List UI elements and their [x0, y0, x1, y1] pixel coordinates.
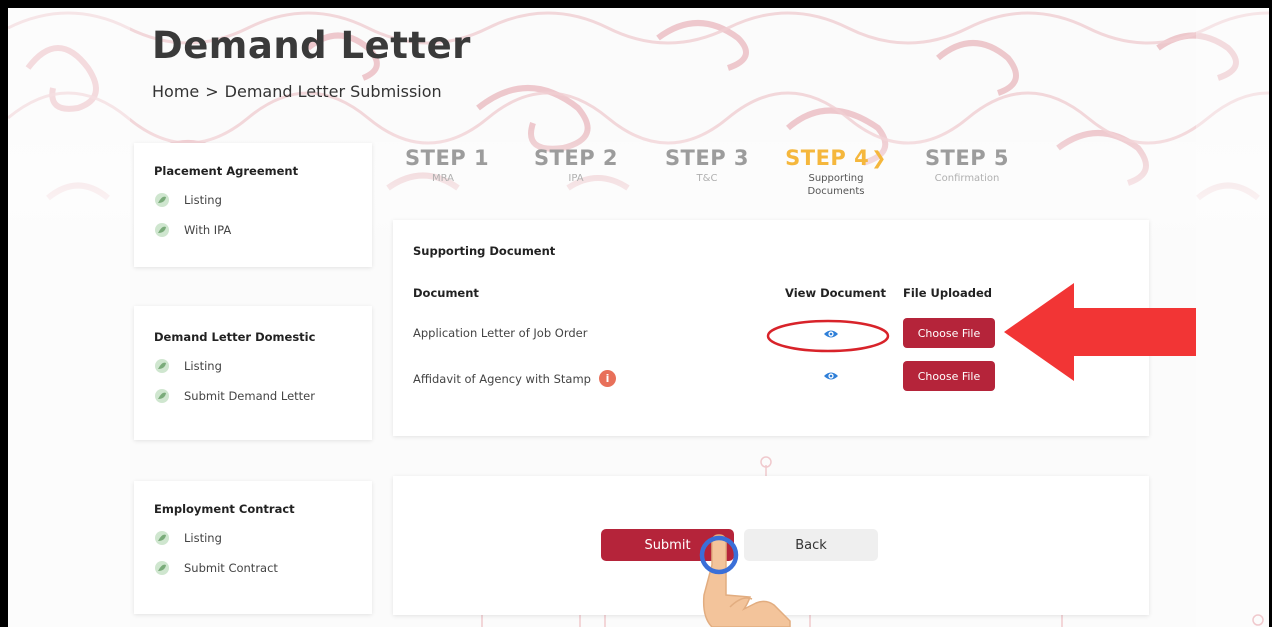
sidebar-item-label: With IPA	[184, 223, 232, 237]
document-name: Application Letter of Job Order	[413, 326, 588, 340]
step-label: STEP 2	[533, 146, 619, 170]
sidebar-item-label: Submit Demand Letter	[184, 389, 315, 403]
leaf-icon	[155, 359, 169, 373]
step-label: STEP 1	[405, 146, 490, 170]
info-icon[interactable]: i	[598, 370, 616, 387]
right-margin	[1196, 8, 1269, 627]
sidebar-card-title: Demand Letter Domestic	[154, 330, 316, 344]
back-button[interactable]: Back	[744, 529, 878, 561]
step-sub: T&C	[696, 173, 718, 184]
column-file-uploaded: File Uploaded	[903, 286, 992, 300]
chevron-right-icon: ❯	[871, 148, 887, 169]
step-1[interactable]: STEP 1 MRA	[405, 146, 490, 185]
sidebar-item-submit-contract[interactable]: Submit Contract	[154, 560, 352, 576]
sidebar-item-label: Submit Contract	[184, 561, 278, 575]
sidebar-item-submit-demand-letter[interactable]: Submit Demand Letter	[154, 388, 352, 404]
supporting-document-panel: Supporting Document Document View Docume…	[393, 220, 1149, 436]
frame-left	[0, 0, 8, 627]
page-title: Demand Letter	[152, 24, 471, 67]
left-margin	[8, 8, 130, 627]
leaf-icon	[155, 193, 169, 207]
eye-icon[interactable]	[823, 326, 839, 342]
document-name: Affidavit of Agency with Stamp	[413, 371, 591, 386]
step-label: STEP 5	[924, 146, 1010, 170]
sidebar-card-employment-contract: Employment Contract Listing Submit Contr…	[134, 481, 372, 614]
sidebar-card-demand-letter-domestic: Demand Letter Domestic Listing Submit De…	[134, 306, 372, 440]
column-document: Document	[413, 286, 479, 300]
leaf-icon	[155, 531, 169, 545]
step-2[interactable]: STEP 2 IPA	[533, 146, 619, 185]
column-view-document: View Document	[785, 286, 886, 300]
step-label: STEP 3	[664, 146, 750, 170]
frame-top	[0, 0, 1272, 8]
leaf-icon	[155, 389, 169, 403]
step-sub: Supporting Documents	[807, 173, 865, 197]
step-sub: MRA	[431, 173, 454, 184]
panel-title: Supporting Document	[413, 244, 556, 258]
step-3[interactable]: STEP 3 T&C	[662, 146, 752, 185]
step-label-text: STEP 4	[785, 146, 870, 170]
sidebar-item-label: Listing	[184, 359, 222, 373]
sidebar-card-placement-agreement: Placement Agreement Listing With IPA	[134, 143, 372, 267]
step-label: STEP 4 ❯	[780, 146, 892, 170]
breadcrumb: Home > Demand Letter Submission	[152, 82, 442, 101]
step-sub: Confirmation	[934, 173, 1000, 184]
sidebar-card-title: Employment Contract	[154, 502, 295, 516]
sidebar-item-contract-listing[interactable]: Listing	[154, 530, 352, 546]
sidebar-item-label: Listing	[184, 193, 222, 207]
sidebar-item-with-ipa[interactable]: With IPA	[154, 222, 352, 238]
choose-file-button[interactable]: Choose File	[903, 318, 995, 348]
sidebar-card-title: Placement Agreement	[154, 164, 299, 178]
step-sub: IPA	[568, 173, 584, 184]
breadcrumb-current: Demand Letter Submission	[224, 82, 442, 101]
submit-button[interactable]: Submit	[601, 529, 734, 561]
table-row: Application Letter of Job Order	[413, 326, 587, 340]
breadcrumb-separator: >	[205, 82, 219, 101]
leaf-icon	[155, 223, 169, 237]
leaf-icon	[155, 561, 169, 575]
breadcrumb-home[interactable]: Home	[152, 82, 199, 101]
sidebar-item-placement-listing[interactable]: Listing	[154, 192, 352, 208]
sidebar-item-label: Listing	[184, 531, 222, 545]
step-5[interactable]: STEP 5 Confirmation	[918, 146, 1016, 185]
step-4[interactable]: STEP 4 ❯ Supporting Documents	[780, 146, 892, 198]
table-row: Affidavit of Agency with Stamp i	[413, 370, 616, 387]
choose-file-button[interactable]: Choose File	[903, 361, 995, 391]
eye-icon[interactable]	[823, 368, 839, 384]
sidebar-item-demand-listing[interactable]: Listing	[154, 358, 352, 374]
